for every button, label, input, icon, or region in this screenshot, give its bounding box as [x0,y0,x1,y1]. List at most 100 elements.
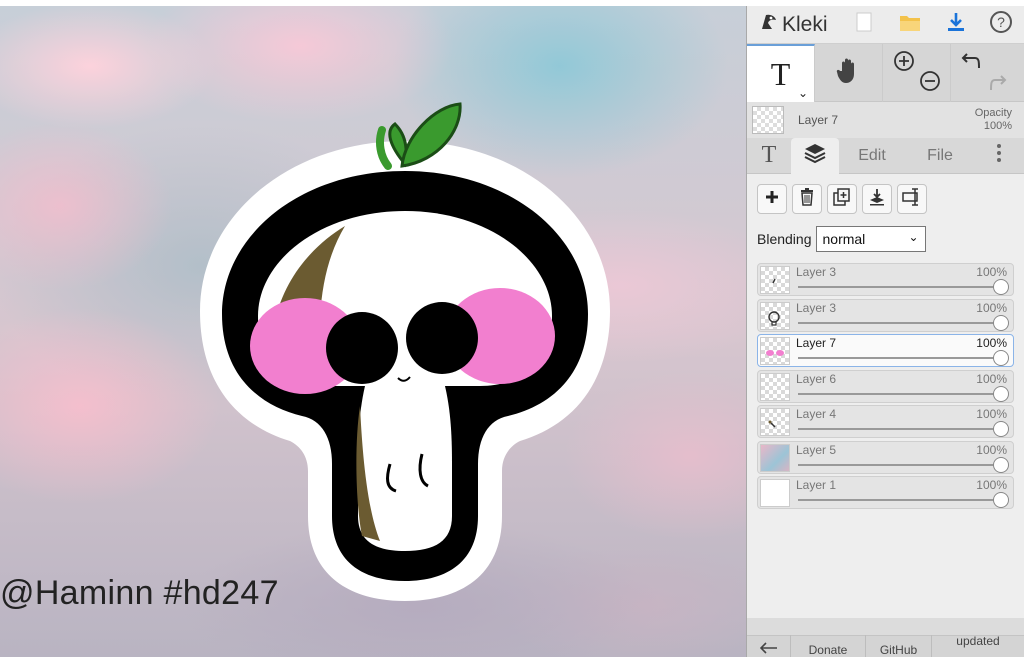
tab-text[interactable]: T [747,138,791,174]
merge-layer-button[interactable] [862,184,892,214]
chevron-down-icon: ⌄ [908,230,919,244]
duplicate-icon [833,187,851,211]
layer-name: Layer 7 [796,336,837,350]
layer-opacity: 100% [976,300,1007,315]
panel-tabs: T Edit File [747,137,1024,174]
rename-layer-button[interactable] [897,184,927,214]
tool-row: T ⌄ [747,44,1024,102]
save-button[interactable] [887,6,933,44]
opacity-slider-handle[interactable] [993,279,1009,295]
layer-thumbnail [760,408,790,436]
layer-opacity: 100% [976,407,1007,421]
add-layer-button[interactable] [757,184,787,214]
svg-text:?: ? [997,14,1005,30]
layer-item[interactable]: Layer 1 100% [757,476,1014,509]
opacity-slider-track[interactable] [798,357,1001,359]
text-icon: T [761,142,777,168]
kleki-logo-icon [759,12,779,37]
redo-icon[interactable] [987,70,1009,97]
layer-item[interactable]: Layer 4 100% [757,405,1014,438]
plus-icon [765,190,779,209]
help-icon: ? [989,10,1013,39]
opacity-slider-handle[interactable] [993,456,1009,473]
layer-item[interactable]: Layer 5 100% [757,440,1014,474]
more-menu-button[interactable] [975,138,1023,174]
updated-link[interactable]: updated [932,635,1024,657]
duplicate-layer-button[interactable] [827,184,857,214]
delete-layer-button[interactable] [792,184,822,214]
zoom-in-icon[interactable] [893,50,915,77]
new-page-icon [856,12,872,37]
mushroom-sticker [200,102,610,601]
opacity-slider-handle[interactable] [993,350,1009,366]
opacity-slider-track[interactable] [798,463,1001,466]
layer-preview[interactable]: Layer 7 Opacity 100% [747,102,1024,138]
footer-bar: Donate GitHub updated [747,635,1024,657]
tab-file[interactable]: File [905,138,975,174]
donate-link[interactable]: Donate [791,635,866,657]
layer-thumbnail [760,372,790,401]
layer-item[interactable]: Layer 6 100% [757,369,1014,403]
more-vertical-icon [996,142,1002,169]
layer-opacity: 100% [976,442,1007,457]
zoom-out-icon[interactable] [919,70,941,97]
kleki-logo[interactable]: Kleki [747,6,841,43]
text-tool-icon: T [770,55,791,92]
app-name: Kleki [782,12,828,36]
opacity-slider-handle[interactable] [993,492,1009,508]
opacity-slider-track[interactable] [798,392,1001,395]
zoom-buttons [883,44,951,102]
text-tool-button[interactable]: T ⌄ [747,44,815,102]
layer-name: Layer 3 [796,265,837,279]
layer-preview-name: Layer 7 [798,113,839,127]
blending-row: Blending normal ⌄ [757,226,1014,252]
layer-item-selected[interactable]: Layer 7 100% [757,334,1014,367]
blending-label: Blending [757,231,812,247]
tab-layers[interactable] [791,137,839,174]
layer-name: Layer 6 [796,371,837,386]
layer-actions [757,184,1014,214]
top-bar: Kleki ? [747,6,1024,44]
layer-name: Layer 4 [796,407,837,421]
hand-tool-button[interactable] [815,44,883,102]
opacity-slider-track[interactable] [798,286,1001,288]
undo-icon[interactable] [961,52,983,77]
opacity-label: Opacity [974,107,1012,119]
layer-thumbnail [760,337,790,365]
opacity-slider-track[interactable] [798,499,1001,501]
layer-opacity: 100% [976,371,1007,386]
layer-item[interactable]: Layer 3 100% [757,263,1014,296]
tab-edit[interactable]: Edit [839,138,905,174]
github-link[interactable]: GitHub [866,635,932,657]
opacity-slider-handle[interactable] [993,314,1009,331]
layer-item[interactable]: Layer 3 100% [757,298,1014,332]
help-button[interactable]: ? [978,6,1024,44]
layers-panel: Blending normal ⌄ Layer 3 100% Layer 3 1… [747,174,1024,618]
layer-preview-opacity: Opacity 100% [975,107,1012,133]
download-icon [946,11,966,38]
drawing-canvas[interactable]: @Haminn #hd247 [0,6,746,657]
download-button[interactable] [933,6,979,44]
trash-icon [799,187,815,211]
chevron-down-icon[interactable]: ⌄ [798,86,808,100]
layers-icon [803,142,827,169]
blending-value: normal [822,231,866,247]
opacity-value: 100% [983,120,1012,132]
opacity-slider-track[interactable] [798,321,1001,324]
layer-thumbnail [760,301,790,330]
sidebar: Kleki ? T ⌄ Layer 7 Opacity 100% T Edit … [746,6,1024,657]
layer-list: Layer 3 100% Layer 3 100% Layer 7 100% L… [757,263,1014,509]
merge-down-icon [868,188,886,211]
layer-name: Layer 5 [796,442,837,457]
blending-select[interactable]: normal ⌄ [815,226,926,252]
rename-icon [902,187,922,211]
new-image-button[interactable] [841,6,887,44]
undo-redo-buttons [951,44,1019,102]
layer-name: Layer 1 [796,478,837,492]
collapse-sidebar-button[interactable] [747,635,791,657]
opacity-slider-handle[interactable] [993,421,1009,437]
layer-opacity: 100% [976,478,1007,492]
opacity-slider-track[interactable] [798,428,1001,430]
opacity-slider-handle[interactable] [993,385,1009,402]
watermark-text: @Haminn #hd247 [0,574,279,612]
